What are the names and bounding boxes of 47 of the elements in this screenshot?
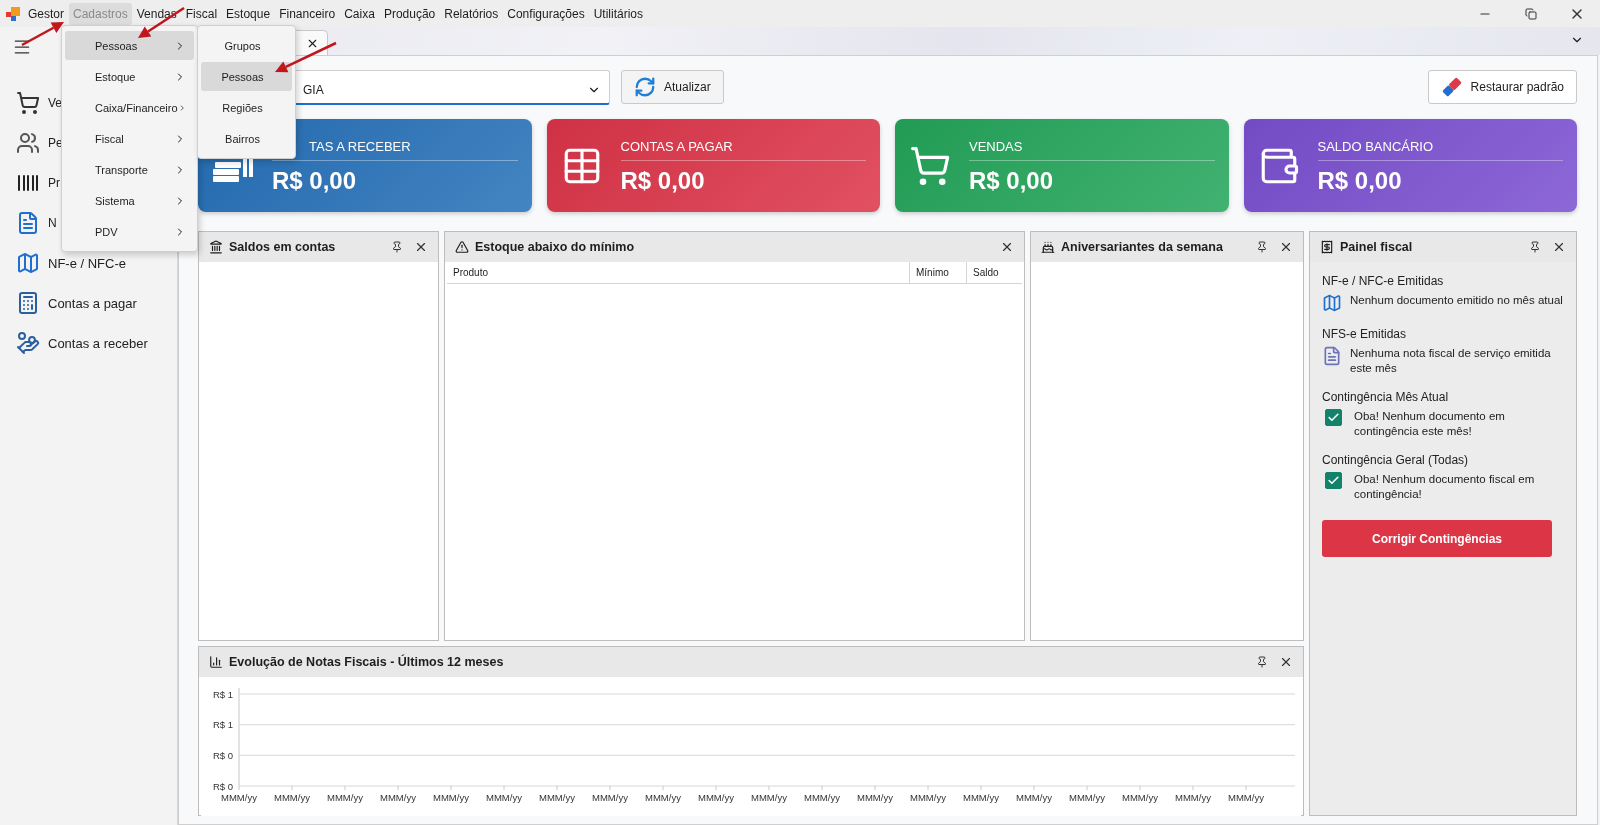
panel-title: Evolução de Notas Fiscais - Últimos 12 meses [229, 655, 505, 669]
status-message: Nenhum documento emitido no mês atual [1350, 293, 1564, 308]
panel-title: Saldos em contas [229, 240, 337, 254]
axis-label: MMM/yy [645, 792, 681, 803]
axis-label: MMM/yy [221, 792, 257, 803]
column-header: Saldo [966, 262, 1022, 283]
axis-label: R$ 1 [212, 688, 233, 700]
column-header: Produto [452, 266, 490, 280]
card-title: SALDO BANCÁRIO [1317, 136, 1563, 161]
axis-label: MMM/yy [592, 792, 628, 803]
status-message: Nenhuma nota fiscal de serviço emitida este mês [1350, 346, 1552, 376]
status-message: Oba! Nenhum documento fiscal em contingência! [1354, 472, 1536, 502]
axis-label: MMM/yy [433, 792, 469, 803]
axis-label: MMM/yy [963, 792, 999, 803]
axis-label: MMM/yy [486, 792, 522, 803]
axis-label: R$ 0 [212, 780, 233, 792]
section-heading: Contingência Geral (Todas) [1322, 453, 1470, 467]
panel-title: Painel fiscal [1340, 240, 1414, 254]
axis-label: R$ 0 [212, 749, 233, 761]
axis-label: MMM/yy [698, 792, 734, 803]
panel-title: Aniversariantes da semana [1061, 240, 1224, 254]
axis-label: MMM/yy [1228, 792, 1264, 803]
panel-title: Estoque abaixo do mínimo [475, 240, 636, 254]
section-heading: NF-e / NFC-e Emitidas [1322, 274, 1445, 288]
axis-label: MMM/yy [380, 792, 416, 803]
card-title: VENDAS [969, 136, 1215, 161]
axis-label: MMM/yy [1069, 792, 1105, 803]
axis-label: MMM/yy [751, 792, 787, 803]
axis-label: R$ 1 [212, 719, 233, 731]
axis-label: MMM/yy [804, 792, 840, 803]
section-heading: Contingência Mês Atual [1322, 390, 1450, 404]
card-value: R$ 0,00 [620, 165, 706, 195]
axis-label: MMM/yy [1175, 792, 1211, 803]
card-value: R$ 0,00 [969, 165, 1055, 195]
axis-label: MMM/yy [274, 792, 310, 803]
column-header: Mínimo [909, 262, 966, 283]
axis-label: MMM/yy [857, 792, 893, 803]
status-message: Oba! Nenhum documento em contingência este mês! [1354, 409, 1506, 439]
axis-label: MMM/yy [327, 792, 363, 803]
section-heading: NFS-e Emitidas [1322, 327, 1408, 341]
axis-label: MMM/yy [539, 792, 575, 803]
card-value: R$ 0,00 [1317, 165, 1403, 195]
card-title: CONTAS A PAGAR [620, 136, 866, 161]
axis-label: MMM/yy [910, 792, 946, 803]
axis-label: MMM/yy [1122, 792, 1158, 803]
axis-label: MMM/yy [1016, 792, 1052, 803]
card-value: R$ 0,00 [272, 165, 358, 195]
